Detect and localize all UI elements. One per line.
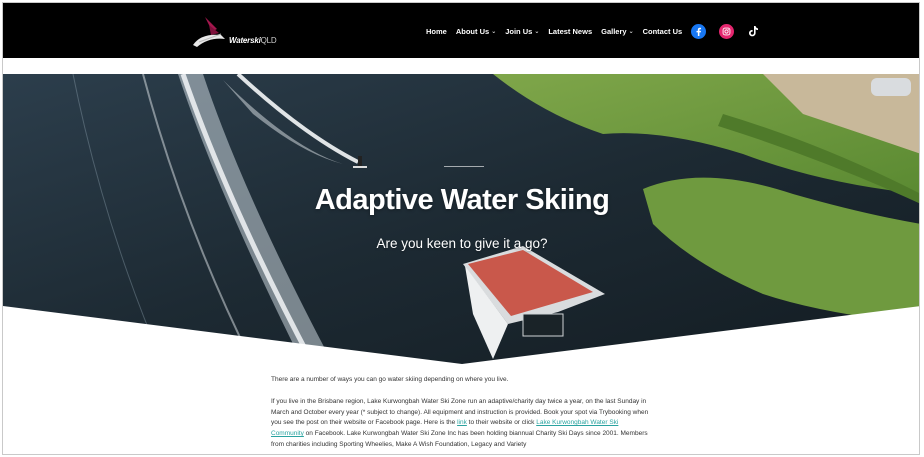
chevron-down-icon: ⌄ (491, 28, 497, 35)
tiktok-icon[interactable] (747, 24, 759, 39)
hero-aerial-lake-image (3, 74, 919, 364)
nav-home-label: Home (426, 26, 447, 36)
hero-banner: Adaptive Water Skiing Are you keen to gi… (3, 74, 919, 364)
logo-text-bold: Waterski (229, 36, 261, 45)
facebook-icon[interactable] (691, 23, 707, 39)
instagram-icon[interactable] (719, 23, 735, 39)
brisbane-paragraph: If you live in the Brisbane region, Lake… (271, 397, 651, 451)
nav-about-us-label: About Us (455, 26, 490, 36)
site-header: WaterskiQLD Home About Us ⌄ Join Us ⌄ Late… (3, 3, 919, 58)
logo-wordmark[interactable]: WaterskiQLD (229, 36, 277, 45)
nav-latest-news-label: Latest News (548, 26, 593, 36)
nav-contact-us-label: Contact Us (642, 26, 683, 36)
nav-gallery-label: Gallery (601, 26, 627, 36)
header-spacer (3, 58, 919, 74)
browser-viewport: WaterskiQLD Home About Us ⌄ Join Us ⌄ Late… (2, 2, 920, 455)
chevron-down-icon: ⌄ (534, 28, 540, 35)
nav-join-us-label: Join Us (505, 26, 533, 36)
paragraph-text: to their website or click (466, 419, 537, 427)
intro-paragraph: There are a number of ways you can go wa… (271, 376, 509, 383)
hero-title: Adaptive Water Skiing (314, 184, 610, 216)
nav-latest-news[interactable]: Latest News (548, 27, 592, 36)
hero-divider (444, 166, 484, 167)
nav-gallery[interactable]: Gallery ⌄ (601, 27, 633, 36)
logo-text-light: QLD (260, 36, 277, 45)
nav-home[interactable]: Home (426, 27, 447, 36)
paragraph-text: on Facebook. Lake Kurwongbah Water Ski Z… (271, 430, 648, 448)
nav-about-us[interactable]: About Us ⌄ (456, 27, 496, 36)
nav-join-us[interactable]: Join Us ⌄ (505, 27, 539, 36)
article-content: There are a number of ways you can go wa… (271, 375, 651, 454)
main-nav: Home About Us ⌄ Join Us ⌄ Latest News Gall… (426, 23, 772, 39)
chevron-down-icon: ⌄ (628, 28, 634, 35)
nav-contact-us[interactable]: Contact Us (643, 27, 683, 36)
hero-subtitle: Are you keen to give it a go? (376, 236, 548, 251)
website-link[interactable]: link (457, 419, 467, 426)
